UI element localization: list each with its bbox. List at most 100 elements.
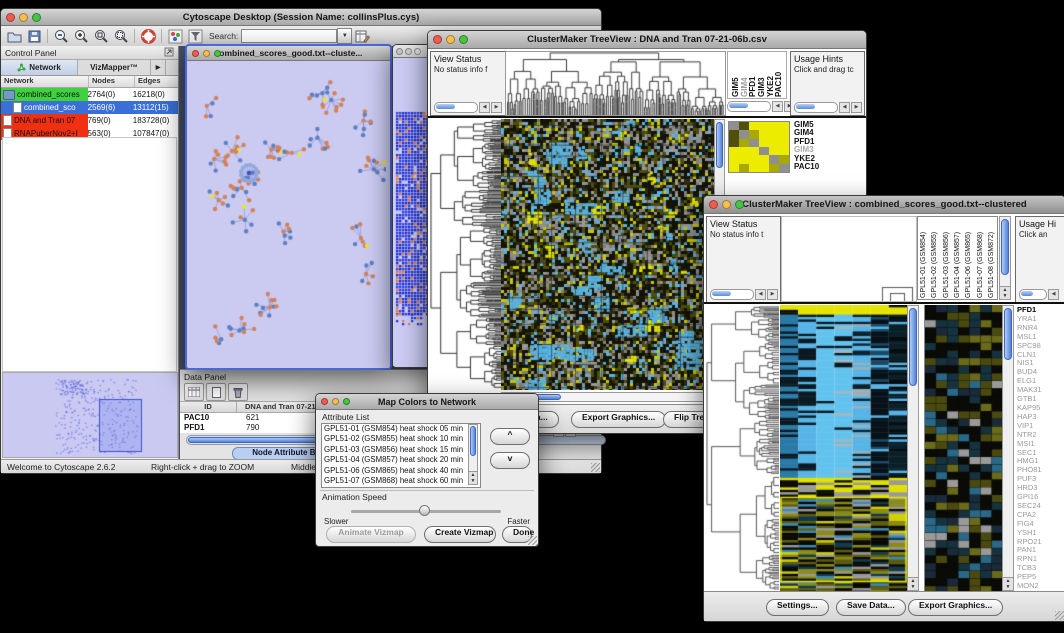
tv1-zoom-matrix[interactable] — [728, 121, 790, 173]
search-dropdown-button[interactable]: ▼ — [337, 28, 352, 44]
tab-network[interactable]: Network — [1, 60, 78, 75]
minimize-button[interactable] — [332, 398, 339, 405]
tv2-zoom-scroll-thumb[interactable] — [1004, 308, 1012, 360]
search-input[interactable] — [241, 29, 337, 43]
tv2-usage-scrollbar[interactable]: ◀ — [1019, 289, 1059, 299]
window-controls — [6, 13, 41, 22]
animation-speed-slider[interactable] — [351, 510, 501, 513]
minimize-button[interactable] — [722, 200, 731, 209]
zoom-button[interactable] — [214, 50, 221, 57]
treeview1-titlebar[interactable]: ClusterMaker TreeView : DNA and Tran 07-… — [428, 31, 866, 49]
vizmapper-icon[interactable] — [165, 27, 185, 45]
control-panel-tabs: Network VizMapper™ ▶ — [1, 60, 178, 76]
tv1-separator — [428, 116, 866, 118]
minimize-button[interactable] — [446, 35, 455, 44]
tv2-collabels-vscrollbar[interactable]: ▲▼ — [999, 216, 1011, 300]
tabs-overflow-button[interactable]: ▶ — [151, 60, 166, 75]
help-lifering-icon[interactable] — [138, 27, 158, 45]
attribute-list-item[interactable]: GPL51-02 (GSM855) heat shock 10 min — [322, 434, 480, 444]
tab-vizmapper[interactable]: VizMapper™ — [78, 60, 151, 75]
attribute-list-item[interactable]: GPL51-04 (GSM857) heat shock 20 min — [322, 455, 480, 465]
zoom-in-icon[interactable] — [71, 27, 91, 45]
attribute-list-item[interactable]: GPL51-06 (GSM865) heat shock 40 min — [322, 466, 480, 476]
zoom-button[interactable] — [414, 48, 421, 55]
zoom-out-icon[interactable] — [51, 27, 71, 45]
zoom-button[interactable] — [459, 35, 468, 44]
tv2-zoom-panel[interactable] — [924, 305, 1003, 591]
network-row[interactable]: combined_scores2764(0)16218(0) — [1, 88, 178, 101]
attribute-list-item[interactable]: GPL51-03 (GSM856) heat shock 15 min — [322, 445, 480, 455]
zoom-button[interactable] — [32, 13, 41, 22]
tv1-row-dendrogram[interactable] — [430, 119, 501, 390]
close-button[interactable] — [433, 35, 442, 44]
close-button[interactable] — [321, 398, 328, 405]
tv1-matrix-cell — [779, 130, 789, 138]
network-row[interactable]: DNA and Tran 07769(0)183728(0) — [1, 114, 178, 127]
attribute-list-vscrollbar[interactable]: ▲▼ — [468, 424, 478, 485]
resize-grip[interactable] — [591, 463, 600, 472]
zoom-button[interactable] — [343, 398, 350, 405]
tv2-heat-scroll-thumb[interactable] — [909, 308, 917, 386]
animate-vizmap-button[interactable]: Animate Vizmap — [326, 526, 416, 543]
save-button[interactable] — [24, 27, 44, 45]
dialog-titlebar[interactable]: Map Colors to Network — [316, 394, 538, 410]
close-button[interactable] — [6, 13, 15, 22]
save-data--button[interactable]: Save Data... — [836, 599, 906, 616]
tv2-row-dendrogram[interactable] — [706, 305, 779, 591]
treeview2-titlebar[interactable]: ClusterMaker TreeView : combined_scores_… — [704, 196, 1064, 214]
settings--button[interactable]: Settings... — [766, 599, 829, 616]
tv1-matrix-cell — [769, 139, 779, 147]
zoom-selected-icon[interactable] — [111, 27, 131, 45]
tv1-matrix-cell — [779, 164, 789, 172]
treeview2-title: ClusterMaker TreeView : combined_scores_… — [704, 199, 1064, 210]
export-graphics--button[interactable]: Export Graphics... — [908, 599, 1003, 616]
minimize-button[interactable] — [405, 48, 412, 55]
open-folder-button[interactable] — [4, 27, 24, 45]
attribute-list-item[interactable]: GPL51-07 (GSM868) heat shock 60 min — [322, 476, 480, 486]
filter-icon[interactable] — [185, 27, 205, 45]
export-graphics--button[interactable]: Export Graphics... — [571, 411, 666, 428]
attribute-list[interactable]: GPL51-01 (GSM854) heat shock 05 minGPL51… — [321, 423, 481, 488]
map-colors-dialog: Map Colors to Network Attribute List GPL… — [315, 393, 539, 547]
minimize-button[interactable] — [19, 13, 28, 22]
tv2-heatmap[interactable] — [780, 305, 907, 591]
minimize-button[interactable] — [203, 50, 210, 57]
network-row[interactable]: combined_sco2569(6)13112(15) — [1, 101, 178, 114]
tv1-view-status-scrollbar[interactable]: ◀▶ — [434, 102, 502, 112]
tv1-usage-scrollbar[interactable]: ◀▶ — [794, 102, 862, 112]
close-button[interactable] — [396, 48, 403, 55]
network-view-titlebar[interactable]: combined_scores_good.txt--cluste... — [187, 46, 390, 61]
birdseye-view[interactable] — [2, 372, 178, 458]
resize-grip[interactable] — [528, 536, 537, 545]
close-button[interactable] — [192, 50, 199, 57]
tv1-column-labels-scrollbar[interactable]: ◀▶ — [727, 101, 795, 111]
slider-thumb[interactable] — [419, 505, 430, 516]
zoom-button[interactable] — [735, 200, 744, 209]
attribute-editor-icon[interactable] — [352, 27, 372, 45]
attribute-list-item[interactable]: GPL51-01 (GSM854) heat shock 05 min — [322, 424, 480, 434]
new-attribute-button[interactable] — [206, 383, 226, 401]
move-down-button[interactable]: v — [490, 452, 530, 469]
tv1-matrix-cell — [739, 147, 749, 155]
tv2-column-dendrogram[interactable] — [781, 216, 917, 302]
main-titlebar[interactable]: Cytoscape Desktop (Session Name: collins… — [1, 9, 601, 26]
tv2-collabels-scroll-thumb[interactable] — [1001, 219, 1009, 275]
attribute-list-scroll-thumb[interactable] — [470, 426, 476, 456]
create-vizmap-button[interactable]: Create Vizmap — [424, 526, 496, 543]
resize-grip[interactable] — [1055, 611, 1064, 620]
move-up-button[interactable]: ^ — [490, 428, 530, 445]
tv1-vscroll-thumb[interactable] — [716, 122, 723, 168]
delete-attribute-button[interactable] — [228, 383, 248, 401]
close-button[interactable] — [709, 200, 718, 209]
zoom-fit-icon[interactable] — [91, 27, 111, 45]
table-mode-button[interactable] — [184, 383, 204, 401]
network-view-canvas[interactable] — [187, 61, 386, 365]
tv1-heatmap[interactable] — [501, 119, 714, 390]
tv2-view-status-scrollbar[interactable]: ◀▶ — [710, 289, 778, 299]
tv2-heatmap-vscrollbar[interactable]: ▲▼ — [907, 305, 919, 591]
tv2-column-label: GPL51-01 (GSM854) — [920, 218, 927, 298]
float-panel-icon[interactable] — [164, 47, 174, 59]
tv1-column-dendrogram[interactable] — [505, 51, 726, 116]
file-icon — [3, 115, 12, 126]
tv2-zoom-vscrollbar[interactable]: ▲▼ — [1002, 305, 1014, 591]
